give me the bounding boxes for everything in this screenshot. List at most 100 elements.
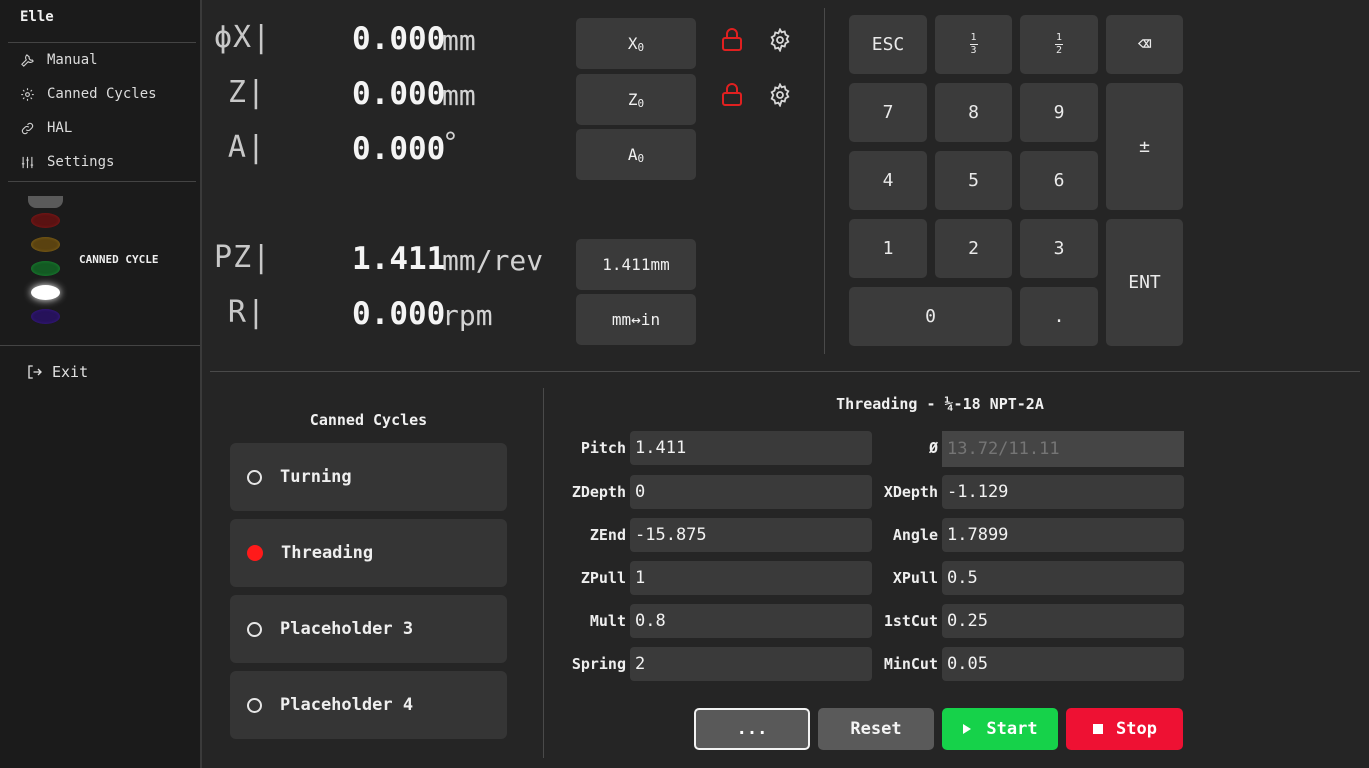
- mincut-input[interactable]: [942, 647, 1184, 681]
- key-dot[interactable]: .: [1020, 287, 1098, 346]
- status-led-amber: [31, 237, 60, 252]
- sliders-icon: [21, 156, 34, 168]
- key-esc[interactable]: ESC: [849, 15, 927, 74]
- key-0[interactable]: 0: [849, 287, 1012, 346]
- mincut-label: MinCut: [883, 655, 938, 673]
- sidebar-divider: [0, 345, 200, 346]
- firstcut-input[interactable]: [942, 604, 1184, 638]
- pz-value: 1.411: [352, 241, 446, 277]
- key-7[interactable]: 7: [849, 83, 927, 142]
- axis-label-z: Z|: [227, 75, 266, 110]
- lock-icon[interactable]: [721, 28, 743, 52]
- angle-input[interactable]: [942, 518, 1184, 552]
- status-led-green: [31, 261, 60, 276]
- status-led-purple: [31, 309, 60, 324]
- canned-cycles-title: Canned Cycles: [309, 411, 428, 429]
- gear-icon[interactable]: [768, 83, 792, 107]
- axis-label-r: R|: [227, 295, 266, 330]
- a-unit: °: [442, 126, 459, 159]
- zero-z-button[interactable]: Z0: [576, 74, 696, 125]
- spring-input[interactable]: [630, 647, 872, 681]
- zdepth-input[interactable]: [630, 475, 872, 509]
- axis-label-x: ϕX|: [214, 20, 272, 55]
- cycle-item-turning[interactable]: Turning: [230, 443, 507, 511]
- reset-button[interactable]: Reset: [818, 708, 934, 750]
- gear-icon: [21, 87, 34, 101]
- lock-icon[interactable]: [721, 83, 743, 107]
- key-enter[interactable]: ENT: [1106, 219, 1183, 346]
- sidebar: Elle Manual Canned Cycles HAL Settings C…: [0, 0, 202, 768]
- radio-icon: [247, 621, 262, 637]
- key-1[interactable]: 1: [849, 219, 927, 278]
- key-6[interactable]: 6: [1020, 151, 1098, 210]
- xpull-input[interactable]: [942, 561, 1184, 595]
- zpull-input[interactable]: [630, 561, 872, 595]
- pitch-input[interactable]: [630, 431, 872, 465]
- start-button[interactable]: Start: [942, 708, 1058, 750]
- status-label: CANNED CYCLE: [79, 253, 159, 266]
- sidebar-item-hal[interactable]: HAL: [20, 113, 72, 143]
- key-plusminus[interactable]: ±: [1106, 83, 1183, 210]
- pz-unit: mm/rev: [442, 244, 544, 277]
- zend-input[interactable]: [630, 518, 872, 552]
- radio-icon: [247, 697, 262, 713]
- angle-label: Angle: [892, 526, 938, 544]
- r-unit: rpm: [442, 299, 493, 332]
- xdepth-label: XDepth: [883, 483, 938, 501]
- pitch-label: Pitch: [580, 439, 626, 457]
- more-button[interactable]: ...: [694, 708, 810, 750]
- wrench-icon: [21, 53, 34, 67]
- cycle-item-threading[interactable]: Threading: [230, 519, 507, 587]
- spring-label: Spring: [571, 655, 626, 673]
- sidebar-divider: [8, 181, 196, 182]
- stop-icon: [1093, 724, 1104, 734]
- threading-title: Threading - ¼-18 NPT-2A: [836, 395, 1044, 413]
- status-led-gray: [28, 196, 63, 208]
- key-one-third[interactable]: 13: [935, 15, 1012, 74]
- zpull-label: ZPull: [580, 569, 626, 587]
- backspace-key[interactable]: ⌫: [1106, 15, 1183, 74]
- zero-x-button[interactable]: X0: [576, 18, 696, 69]
- app-title: Elle: [20, 9, 54, 25]
- x-value: 0.000: [352, 21, 446, 57]
- stop-button[interactable]: Stop: [1066, 708, 1183, 750]
- divider: [210, 371, 1360, 372]
- zend-label: ZEnd: [589, 526, 626, 544]
- cycle-item-placeholder-4[interactable]: Placeholder 4: [230, 671, 507, 739]
- key-one-half[interactable]: 12: [1020, 15, 1098, 74]
- pitch-button[interactable]: 1.411mm: [576, 239, 696, 290]
- units-toggle-button[interactable]: mm↔in: [576, 294, 696, 345]
- divider: [824, 8, 825, 354]
- radio-selected-icon: [247, 545, 263, 561]
- axis-label-pz: PZ|: [214, 240, 272, 275]
- link-icon: [21, 122, 34, 134]
- key-2[interactable]: 2: [935, 219, 1012, 278]
- sidebar-divider: [8, 42, 196, 43]
- cycle-item-placeholder-3[interactable]: Placeholder 3: [230, 595, 507, 663]
- key-4[interactable]: 4: [849, 151, 927, 210]
- sidebar-item-label: Canned Cycles: [47, 86, 157, 102]
- mult-label: Mult: [589, 612, 626, 630]
- sidebar-item-settings[interactable]: Settings: [20, 147, 114, 177]
- key-8[interactable]: 8: [935, 83, 1012, 142]
- z-unit: mm: [442, 79, 476, 112]
- a-value: 0.000: [352, 131, 446, 167]
- exit-label: Exit: [52, 363, 89, 381]
- x-unit: mm: [442, 24, 476, 57]
- sidebar-item-manual[interactable]: Manual: [20, 45, 98, 75]
- key-9[interactable]: 9: [1020, 83, 1098, 142]
- mult-input[interactable]: [630, 604, 872, 638]
- sidebar-item-label: Settings: [47, 154, 115, 170]
- exit-button[interactable]: Exit: [26, 360, 88, 384]
- gear-icon[interactable]: [768, 28, 792, 52]
- zdepth-label: ZDepth: [571, 483, 626, 501]
- sidebar-item-canned-cycles[interactable]: Canned Cycles: [20, 79, 157, 109]
- xdepth-input[interactable]: [942, 475, 1184, 509]
- zero-a-button[interactable]: A0: [576, 129, 696, 180]
- axis-label-a: A|: [227, 130, 266, 165]
- status-led-white: [31, 285, 60, 300]
- key-3[interactable]: 3: [1020, 219, 1098, 278]
- sidebar-item-label: Manual: [47, 52, 98, 68]
- key-5[interactable]: 5: [935, 151, 1012, 210]
- diameter-input[interactable]: [942, 431, 1184, 467]
